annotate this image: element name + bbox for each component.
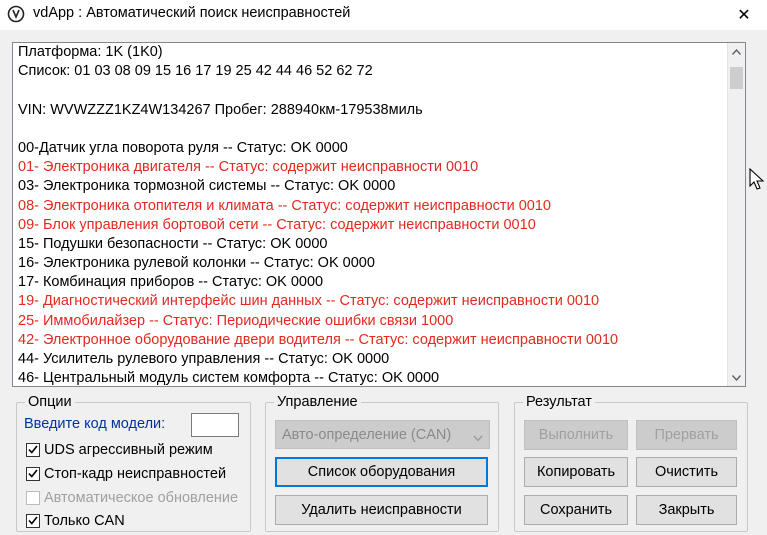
chevron-down-icon — [473, 430, 483, 446]
auto-update-label: Автоматическое обновление — [44, 490, 239, 506]
check-icon — [28, 513, 38, 529]
log-scrollbar[interactable] — [727, 43, 745, 386]
close-button[interactable]: Закрыть — [636, 495, 737, 525]
model-code-label: Введите код модели: — [24, 416, 166, 432]
uds-aggressive-checkbox[interactable]: UDS агрессивный режим — [26, 442, 213, 458]
checkbox-box[interactable] — [26, 514, 40, 528]
uds-aggressive-label: UDS агрессивный режим — [44, 442, 213, 458]
checkbox-box[interactable] — [26, 443, 40, 457]
log-line: 08- Электроника отопителя и климата -- С… — [18, 197, 551, 214]
control-group-label: Управление — [274, 393, 361, 411]
freeze-frame-label: Стоп-кадр неисправностей — [44, 466, 227, 482]
protocol-select[interactable]: Авто-определение (CAN) — [275, 420, 490, 449]
log-line: 25- Иммобилайзер -- Статус: Периодически… — [18, 312, 454, 329]
scan-log-textbox[interactable]: Платформа: 1K (1K0) Список: 01 03 08 09 1… — [12, 42, 746, 387]
mouse-cursor-icon — [749, 168, 765, 190]
delete-faults-button[interactable]: Удалить неисправности — [275, 495, 488, 525]
abort-button[interactable]: Прервать — [636, 420, 737, 450]
clear-button[interactable]: Очистить — [636, 457, 737, 487]
log-line: 03- Электроника тормозной системы -- Ста… — [18, 178, 396, 195]
check-icon — [28, 466, 38, 482]
log-line: Платформа: 1K (1K0) — [18, 44, 163, 60]
check-icon — [28, 442, 38, 458]
log-line: 17- Комбинация приборов -- Статус: OK 00… — [18, 274, 324, 291]
window-close-button[interactable]: ✕ — [721, 0, 767, 30]
protocol-select-value: Авто-определение (CAN) — [282, 426, 452, 443]
log-line: 44- Усилитель рулевого управления -- Ста… — [18, 351, 390, 367]
checkbox-box[interactable] — [26, 467, 40, 481]
log-line: 15- Подушки безопасности -- Статус: OK 0… — [18, 235, 328, 252]
scroll-up-arrow[interactable] — [728, 43, 745, 60]
log-line: 42- Электронное оборудование двери водит… — [18, 331, 619, 348]
close-icon: ✕ — [737, 7, 751, 24]
log-line: 16- Электроника рулевой колонки -- Стату… — [18, 255, 375, 272]
scan-log-lines: Платформа: 1K (1K0) Список: 01 03 08 09 1… — [18, 43, 725, 387]
log-line: 09- Блок управления бортовой сети -- Ста… — [18, 216, 536, 233]
can-only-label: Только CAN — [44, 513, 125, 529]
execute-button[interactable]: Выполнить — [524, 420, 628, 450]
auto-update-checkbox[interactable]: Автоматическое обновление — [26, 490, 238, 506]
model-code-input[interactable] — [191, 413, 239, 437]
app-icon — [7, 5, 25, 23]
log-line: Список: 01 03 08 09 15 16 17 19 25 42 44… — [18, 63, 373, 80]
save-button[interactable]: Сохранить — [524, 495, 628, 525]
log-line: 46- Центральный модуль систем комфорта -… — [18, 370, 440, 387]
copy-button[interactable]: Копировать — [524, 457, 628, 487]
log-line: 01- Электроника двигателя -- Статус: сод… — [18, 159, 479, 176]
window-title: vdApp : Автоматический поиск неисправнос… — [33, 5, 351, 21]
result-group-label: Результат — [523, 393, 595, 411]
checkbox-box[interactable] — [26, 491, 40, 505]
freeze-frame-checkbox[interactable]: Стоп-кадр неисправностей — [26, 466, 226, 482]
title-bar: vdApp : Автоматический поиск неисправнос… — [0, 0, 767, 30]
equipment-list-button[interactable]: Список оборудования — [275, 457, 488, 487]
scroll-down-arrow[interactable] — [728, 369, 745, 386]
scrollbar-thumb[interactable] — [730, 67, 743, 89]
log-line: VIN: WVWZZZ1KZ4W134267 Пробег: 288940км-… — [18, 101, 423, 118]
log-line: 19- Диагностический интерфейс шин данных… — [18, 293, 600, 310]
log-line: 00-Датчик угла поворота руля -- Статус: … — [18, 139, 348, 156]
can-only-checkbox[interactable]: Только CAN — [26, 513, 125, 529]
options-group-label: Опции — [25, 393, 75, 411]
